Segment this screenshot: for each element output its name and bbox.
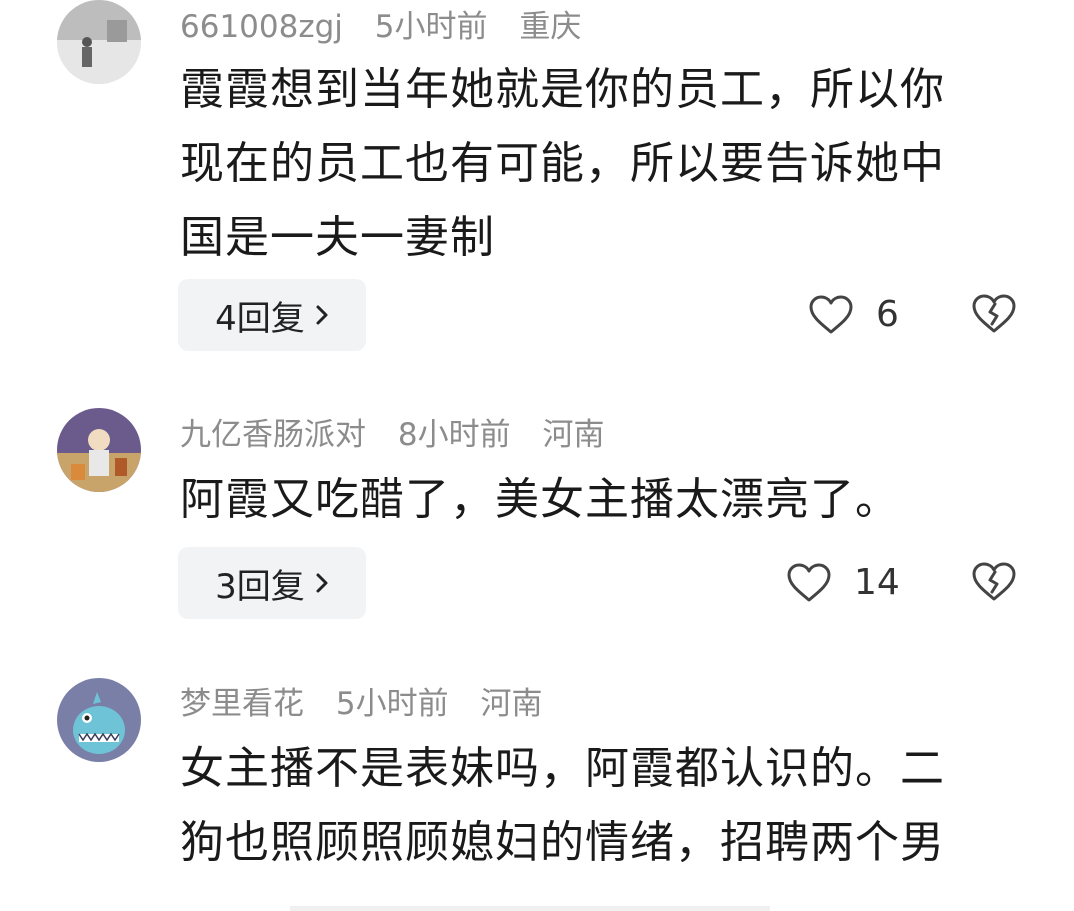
comment-line: 霞霞想到当年她就是你的员工，所以你 <box>180 64 945 115</box>
comment-meta: 661008zgj 5小时前 重庆 <box>180 8 603 46</box>
comment-text[interactable]: 霞霞想到当年她就是你的员工，所以你 现在的员工也有可能，所以要告诉她中 国是一夫… <box>180 53 1010 275</box>
username[interactable]: 梦里看花 <box>180 686 304 722</box>
username[interactable]: 661008zgj <box>180 9 343 45</box>
timestamp: 5小时前 <box>335 686 449 722</box>
comment-meta: 九亿香肠派对 8小时前 河南 <box>180 416 626 454</box>
comment-text[interactable]: 女主播不是表妹吗，阿霞都认识的。二 狗也照顾照顾媳妇的情绪，招聘两个男 <box>180 732 1010 880</box>
avatar[interactable] <box>57 0 141 84</box>
username[interactable]: 九亿香肠派对 <box>180 417 366 453</box>
location: 重庆 <box>519 9 582 45</box>
location: 河南 <box>542 417 605 453</box>
broken-heart-icon <box>972 562 1016 601</box>
chevron-right-icon <box>316 573 328 593</box>
dislike-button[interactable] <box>971 294 1017 338</box>
user-photo-icon <box>57 408 141 492</box>
replies-button[interactable]: 4回复 <box>178 279 366 351</box>
replies-label: 4回复 <box>215 298 305 339</box>
avatar[interactable] <box>57 408 141 492</box>
heart-outline-icon <box>787 563 831 601</box>
comment-line: 现在的员工也有可能，所以要告诉她中 <box>180 138 945 189</box>
chevron-right-icon <box>316 305 328 325</box>
comment-meta: 梦里看花 5小时前 河南 <box>180 685 564 723</box>
user-photo-icon <box>57 0 141 84</box>
broken-heart-icon <box>972 294 1016 333</box>
like-count: 14 <box>854 562 900 603</box>
heart-outline-icon <box>809 295 853 333</box>
avatar[interactable] <box>57 678 141 762</box>
next-reply-button-edge <box>290 906 770 911</box>
comment-line: 阿霞又吃醋了，美女主播太漂亮了。 <box>180 474 900 525</box>
comment-line: 国是一夫一妻制 <box>180 212 495 263</box>
comment-line: 女主播不是表妹吗，阿霞都认识的。二 <box>180 743 945 794</box>
comment-text[interactable]: 阿霞又吃醋了，美女主播太漂亮了。 <box>180 463 1010 537</box>
comment-line: 狗也照顾照顾媳妇的情绪，招聘两个男 <box>180 817 945 868</box>
user-photo-icon <box>57 678 141 762</box>
like-count: 6 <box>876 294 899 335</box>
location: 河南 <box>480 686 543 722</box>
replies-button[interactable]: 3回复 <box>178 547 366 619</box>
replies-label: 3回复 <box>215 566 305 607</box>
like-button[interactable]: 6 <box>808 294 899 335</box>
timestamp: 5小时前 <box>374 9 488 45</box>
timestamp: 8小时前 <box>397 417 511 453</box>
like-button[interactable]: 14 <box>786 562 900 603</box>
dislike-button[interactable] <box>971 562 1017 606</box>
